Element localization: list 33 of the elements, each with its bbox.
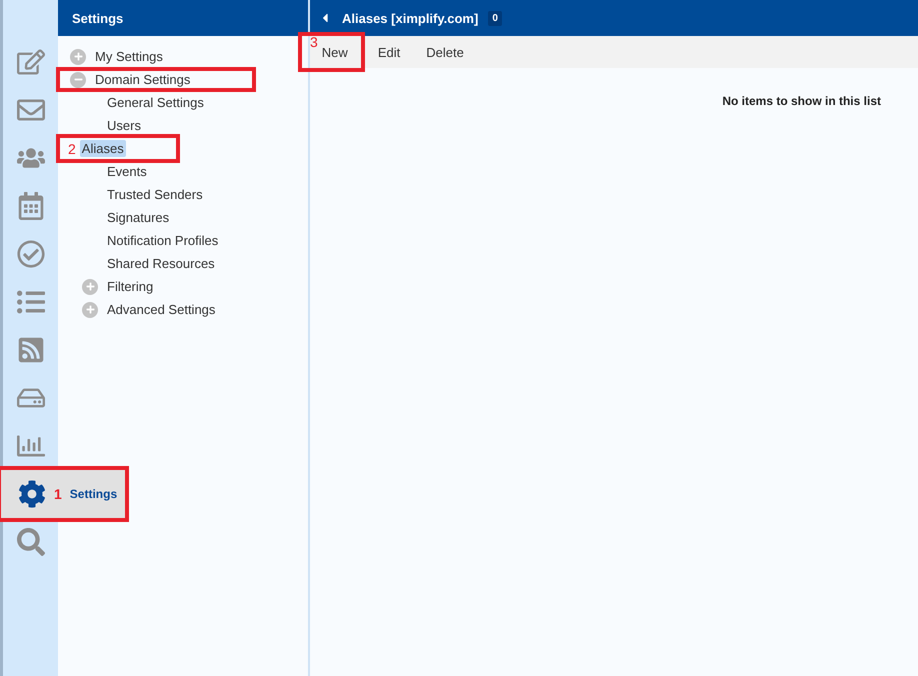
count-badge: 0 xyxy=(488,10,502,26)
list-icon xyxy=(17,288,45,316)
tree-item[interactable]: General Settings xyxy=(105,94,206,111)
callout-number: 2 xyxy=(68,140,76,156)
nav-rail-button[interactable]: 1 Settings xyxy=(1,470,125,518)
collapse-icon[interactable] xyxy=(70,72,86,88)
tree-item[interactable]: Trusted Senders xyxy=(105,186,205,203)
expand-icon[interactable] xyxy=(82,278,98,294)
toolbar-button[interactable]: Edit xyxy=(364,39,414,65)
tree-item[interactable]: Advanced Settings xyxy=(105,301,218,318)
empty-message: No items to show in this list xyxy=(722,94,881,110)
tree-item[interactable]: Aliases xyxy=(80,140,126,157)
tree-item[interactable]: Notification Profiles xyxy=(105,232,220,249)
tree-item[interactable]: Domain Settings xyxy=(93,71,192,88)
settings-icon xyxy=(18,480,46,508)
tree-item[interactable]: Users xyxy=(105,117,143,134)
expand-icon[interactable] xyxy=(70,48,86,64)
tree-item[interactable]: Signatures xyxy=(105,209,172,226)
panel-title: Settings xyxy=(58,0,308,36)
tree-item[interactable]: Shared Resources xyxy=(105,255,217,272)
rss-icon xyxy=(17,336,45,364)
toolbar-button[interactable]: Delete xyxy=(413,39,477,65)
tree-item[interactable]: Filtering xyxy=(105,278,156,295)
toolbar-button[interactable]: New xyxy=(318,36,361,68)
edit-icon xyxy=(17,48,45,76)
search-icon xyxy=(17,528,45,556)
tree-item[interactable]: My Settings xyxy=(93,48,165,65)
callout-number: 1 xyxy=(54,486,62,502)
callout-number: 3 xyxy=(310,34,318,50)
tree-item[interactable]: Events xyxy=(105,163,149,180)
calendar-icon xyxy=(17,192,45,220)
page-title: Aliases [ximplify.com] xyxy=(342,10,478,26)
expand-icon[interactable] xyxy=(82,302,98,318)
